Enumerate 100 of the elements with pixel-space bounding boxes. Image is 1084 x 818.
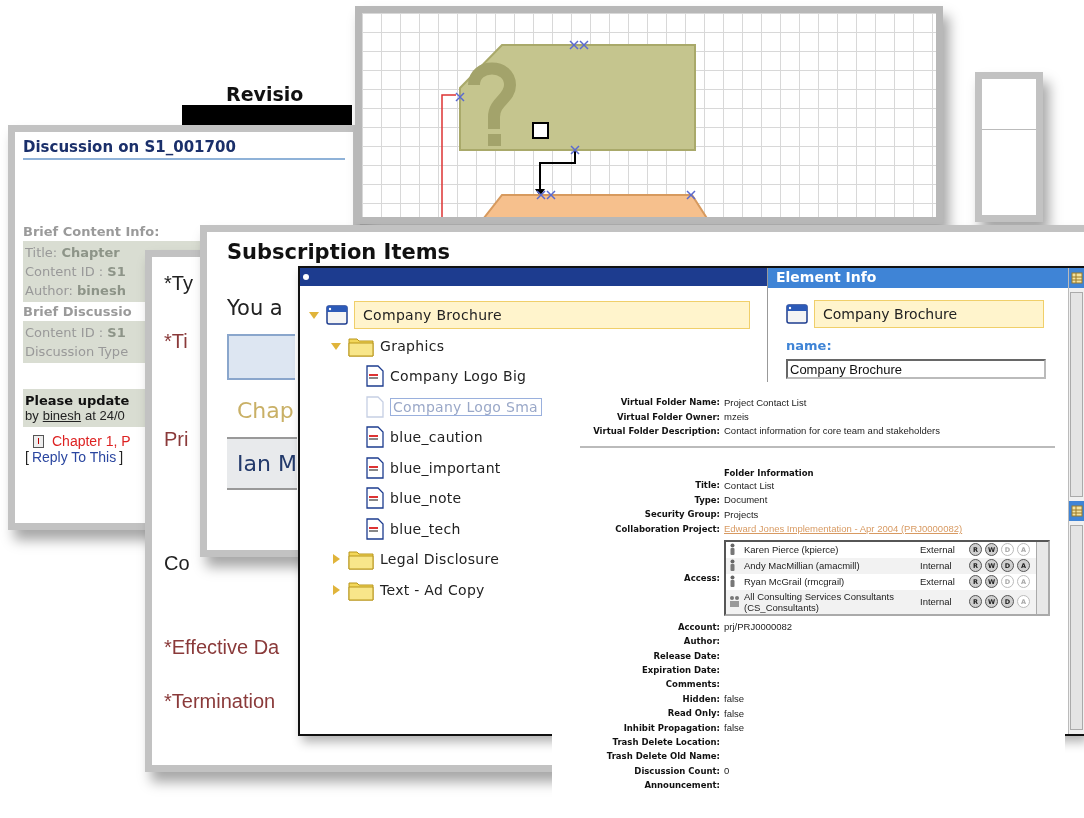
document-icon [366, 426, 384, 449]
post-subject: Please update [25, 393, 130, 408]
info-line: Content ID : S1 [25, 324, 126, 342]
field-value: 0 [724, 765, 731, 777]
scrollbar[interactable] [1070, 292, 1083, 497]
field-label: Virtual Folder Name: [619, 397, 720, 408]
byline-text: at 24/0 [85, 408, 125, 423]
section-heading: Brief Discussio [23, 303, 132, 321]
tree-item[interactable]: Company Brochure [354, 301, 750, 330]
member-scope: Internal [920, 596, 953, 608]
field-label: Comments: [664, 679, 720, 690]
bracket-text: [ [25, 449, 29, 465]
scrollbar[interactable] [1070, 525, 1083, 730]
field-value: prj/PRJ0000082 [724, 621, 794, 633]
info-line: Discussion Type [25, 343, 129, 361]
person-icon [729, 543, 736, 557]
field-value: Contact information for core team and stakeholders [724, 425, 941, 437]
section-heading: Brief Content Info: [23, 223, 160, 241]
field-label: Security Group: [643, 509, 720, 520]
member-name: Ryan McGrail (rmcgrail) [744, 576, 846, 588]
field-label: Trash Delete Old Name: [605, 751, 720, 762]
field-label: *Termination [164, 689, 276, 713]
window-title: Discussion on S1_001700 [23, 138, 345, 160]
field-value: mzeis [724, 411, 750, 423]
input-field[interactable] [227, 334, 295, 380]
field-label: Announcement: [643, 780, 720, 791]
field-label: Type: [693, 494, 720, 505]
member-scope: External [920, 576, 956, 588]
folder-icon [348, 548, 374, 571]
dot-icon [303, 274, 309, 280]
info-line: Content ID : S1 [25, 263, 126, 281]
person-row: Ian M [227, 437, 297, 490]
window-icon [326, 305, 348, 326]
window-title: Subscription Items [227, 240, 451, 264]
field-value: false [724, 693, 746, 705]
member-scope: Internal [920, 560, 953, 572]
document-icon [366, 487, 384, 510]
tree-item[interactable]: Text - Ad Copy [380, 581, 485, 598]
page-heading: Revisio [225, 84, 304, 105]
field-label: Access: [683, 572, 720, 583]
name-field[interactable]: Company Brochure [786, 359, 1046, 379]
window-icon [786, 304, 808, 324]
field-label: Read Only: [666, 708, 720, 719]
info-line: Title: Chapter [25, 244, 120, 262]
document-icon [366, 395, 384, 418]
field-value: false [724, 722, 746, 734]
bracket-text: ] [119, 449, 124, 465]
grid-icon [1070, 505, 1083, 517]
person-icon [729, 575, 736, 589]
field-value: Project Contact List [724, 396, 808, 408]
field-label: name: [786, 338, 832, 353]
tree-item[interactable]: blue_caution [390, 429, 483, 446]
section-title: Folder Information [724, 468, 815, 479]
tree-item[interactable]: Company Logo Big [390, 368, 527, 385]
tree-item[interactable]: blue_note [390, 490, 462, 507]
field-value: Contact List [724, 479, 776, 491]
field-label: Account: [676, 621, 720, 632]
element-card: Company Brochure [814, 300, 1044, 328]
field-label: Hidden: [681, 693, 720, 704]
field-label: Author: [682, 636, 720, 647]
info-line: Author: binesh [25, 282, 126, 300]
byline-text: by [25, 408, 39, 423]
group-icon [729, 595, 740, 609]
field-label: Co [164, 551, 190, 575]
tree-item[interactable]: Legal Disclosure [380, 551, 500, 568]
person-icon [729, 559, 736, 573]
document-icon [366, 365, 384, 388]
field-label: Virtual Folder Description: [592, 425, 720, 436]
document-icon [366, 456, 384, 479]
alert-icon [33, 434, 44, 448]
field-label: Release Date: [652, 650, 720, 661]
member-scope: External [920, 544, 956, 556]
author-link[interactable]: binesh [42, 408, 82, 423]
field-value: Projects [724, 508, 760, 520]
field-label: *Effective Da [164, 635, 280, 659]
field-label: Collaboration Project: [614, 523, 720, 534]
grid-icon [1070, 272, 1083, 284]
field-label: Discussion Count: [633, 765, 720, 776]
caret-icon[interactable] [330, 553, 342, 566]
field-label: Trash Delete Location: [611, 737, 720, 748]
field-label: Title: [694, 480, 720, 491]
scrollbar[interactable] [1036, 541, 1048, 614]
caret-icon[interactable] [330, 583, 342, 596]
field-label: Virtual Folder Owner: [616, 411, 720, 422]
field-label: Inhibit Propagation: [622, 722, 720, 733]
tree-item[interactable]: blue_tech [390, 520, 461, 537]
reply-title[interactable]: Chapter 1, P [52, 433, 131, 449]
reply-link[interactable]: Reply To This [31, 449, 117, 465]
tree-item[interactable]: Graphics [380, 337, 445, 354]
tree-item[interactable]: blue_important [390, 459, 501, 476]
field-value: false [724, 707, 746, 719]
field-label: *Ti [164, 329, 188, 353]
member-name: Andy MacMillian (amacmill) [744, 560, 861, 572]
field-label: *Ty [164, 271, 193, 295]
document-icon [366, 517, 384, 540]
field-label: Expiration Date: [640, 665, 720, 676]
item-title: Chap [236, 397, 295, 425]
field-label: Pri [164, 427, 189, 451]
member-name: All Consulting Services Consultants (CS_Consultants) [744, 590, 895, 613]
member-name: Karen Pierce (kpierce) [744, 544, 840, 556]
